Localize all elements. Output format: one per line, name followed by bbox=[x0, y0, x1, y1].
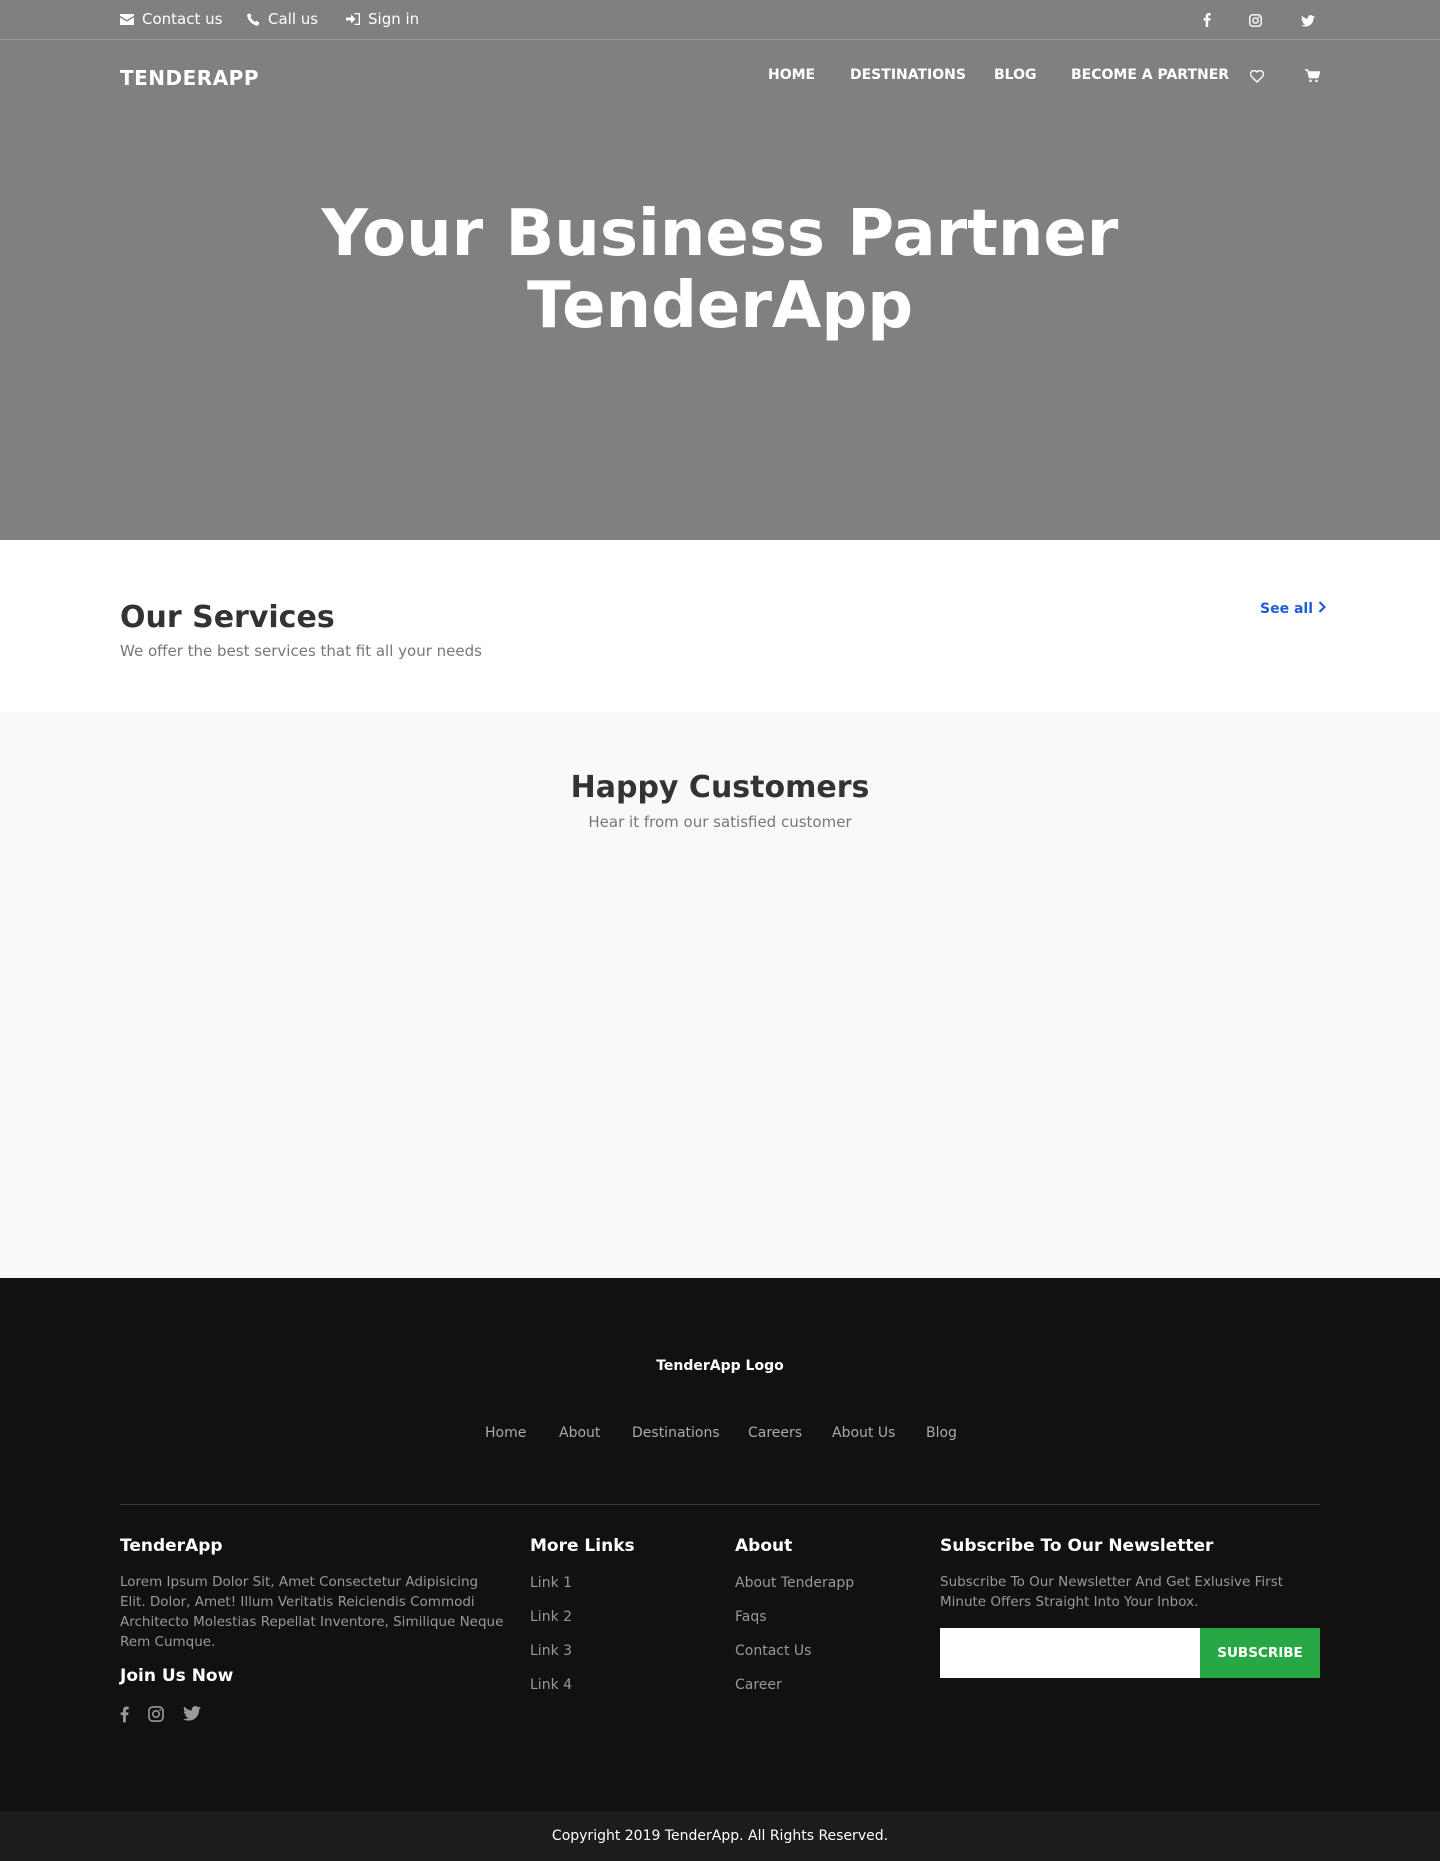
see-all-label: See all bbox=[1260, 601, 1313, 617]
twitter-icon[interactable] bbox=[183, 1706, 201, 1725]
footer-nav-about[interactable]: About bbox=[559, 1425, 600, 1441]
services-subtitle: We offer the best services that fit all … bbox=[120, 642, 482, 660]
nav-item-blog[interactable]: BLOG bbox=[994, 67, 1037, 83]
footer-logo[interactable]: TenderApp Logo bbox=[0, 1358, 1440, 1374]
instagram-icon[interactable] bbox=[1249, 12, 1262, 31]
hero-section: Contact us Call us Sign in TENDERAPP HOM… bbox=[0, 0, 1440, 540]
join-us-title: Join Us Now bbox=[120, 1666, 234, 1686]
nav-item-home[interactable]: HOME bbox=[768, 67, 815, 83]
twitter-icon[interactable] bbox=[1301, 12, 1315, 31]
sign-in-icon bbox=[346, 13, 360, 25]
footer-link-1[interactable]: Link 1 bbox=[530, 1575, 572, 1591]
instagram-icon[interactable] bbox=[148, 1706, 164, 1726]
footer-nav-blog[interactable]: Blog bbox=[926, 1425, 957, 1441]
cart-icon[interactable] bbox=[1305, 68, 1321, 87]
chevron-right-icon bbox=[1318, 601, 1327, 617]
nav-item-become-a-partner[interactable]: BECOME A PARTNER bbox=[1071, 67, 1229, 83]
newsletter-text: Subscribe To Our Newsletter And Get Exlu… bbox=[940, 1574, 1284, 1610]
about-column-title: About bbox=[735, 1536, 793, 1556]
newsletter-email-input[interactable] bbox=[940, 1628, 1200, 1678]
sign-in-label: Sign in bbox=[368, 10, 420, 28]
footer-about-title: TenderApp bbox=[120, 1536, 223, 1556]
services-section: Our Services We offer the best services … bbox=[0, 540, 1440, 712]
customers-title: Happy Customers bbox=[570, 770, 870, 805]
footer-nav-about-us[interactable]: About Us bbox=[832, 1425, 895, 1441]
footer-link-4[interactable]: Link 4 bbox=[530, 1677, 572, 1693]
copyright-bar: Copyright 2019 TenderApp. All Rights Res… bbox=[0, 1811, 1440, 1861]
footer-nav-careers[interactable]: Careers bbox=[748, 1425, 802, 1441]
hero-title-line-1: Your Business Partner bbox=[321, 197, 1119, 271]
footer-nav-home[interactable]: Home bbox=[485, 1425, 526, 1441]
footer-link-3[interactable]: Link 3 bbox=[530, 1643, 572, 1659]
footer: TenderApp Logo Home About Destinations C… bbox=[0, 1278, 1440, 1811]
footer-divider bbox=[120, 1504, 1320, 1505]
phone-icon bbox=[247, 12, 260, 26]
see-all-link[interactable]: See all bbox=[1260, 601, 1327, 617]
subscribe-button[interactable]: SUBSCRIBE bbox=[1200, 1628, 1320, 1678]
facebook-icon[interactable] bbox=[120, 1706, 129, 1727]
contact-us-label: Contact us bbox=[142, 10, 223, 28]
hero-title: Your Business Partner TenderApp bbox=[0, 198, 1440, 342]
call-us-link[interactable]: Call us bbox=[247, 10, 318, 28]
more-links-title: More Links bbox=[530, 1536, 635, 1556]
happy-customers-section: Happy Customers Hear it from our satisfi… bbox=[0, 712, 1440, 1278]
footer-link-2[interactable]: Link 2 bbox=[530, 1609, 572, 1625]
facebook-icon[interactable] bbox=[1203, 12, 1211, 31]
heart-icon[interactable] bbox=[1249, 68, 1265, 87]
envelope-icon bbox=[120, 13, 134, 25]
newsletter-title: Subscribe To Our Newsletter bbox=[940, 1536, 1214, 1556]
copyright-text: Copyright 2019 TenderApp. All Rights Res… bbox=[551, 1828, 889, 1844]
hero-title-line-2: TenderApp bbox=[526, 269, 914, 343]
brand-logo[interactable]: TENDERAPP bbox=[120, 66, 259, 90]
nav-item-destinations[interactable]: DESTINATIONS bbox=[850, 67, 966, 83]
services-title: Our Services bbox=[120, 600, 335, 635]
footer-link-contact-us[interactable]: Contact Us bbox=[735, 1643, 811, 1659]
footer-link-faqs[interactable]: Faqs bbox=[735, 1609, 767, 1625]
customers-subtitle: Hear it from our satisfied customer bbox=[588, 813, 852, 831]
footer-link-career[interactable]: Career bbox=[735, 1677, 782, 1693]
top-bar: Contact us Call us Sign in bbox=[0, 0, 1440, 40]
sign-in-link[interactable]: Sign in bbox=[346, 10, 419, 28]
contact-us-link[interactable]: Contact us bbox=[120, 10, 222, 28]
footer-about-text: Lorem Ipsum Dolor Sit, Amet Consectetur … bbox=[120, 1574, 504, 1650]
footer-nav-destinations[interactable]: Destinations bbox=[632, 1425, 720, 1441]
footer-link-about-tenderapp[interactable]: About Tenderapp bbox=[735, 1575, 854, 1591]
call-us-label: Call us bbox=[268, 10, 319, 28]
